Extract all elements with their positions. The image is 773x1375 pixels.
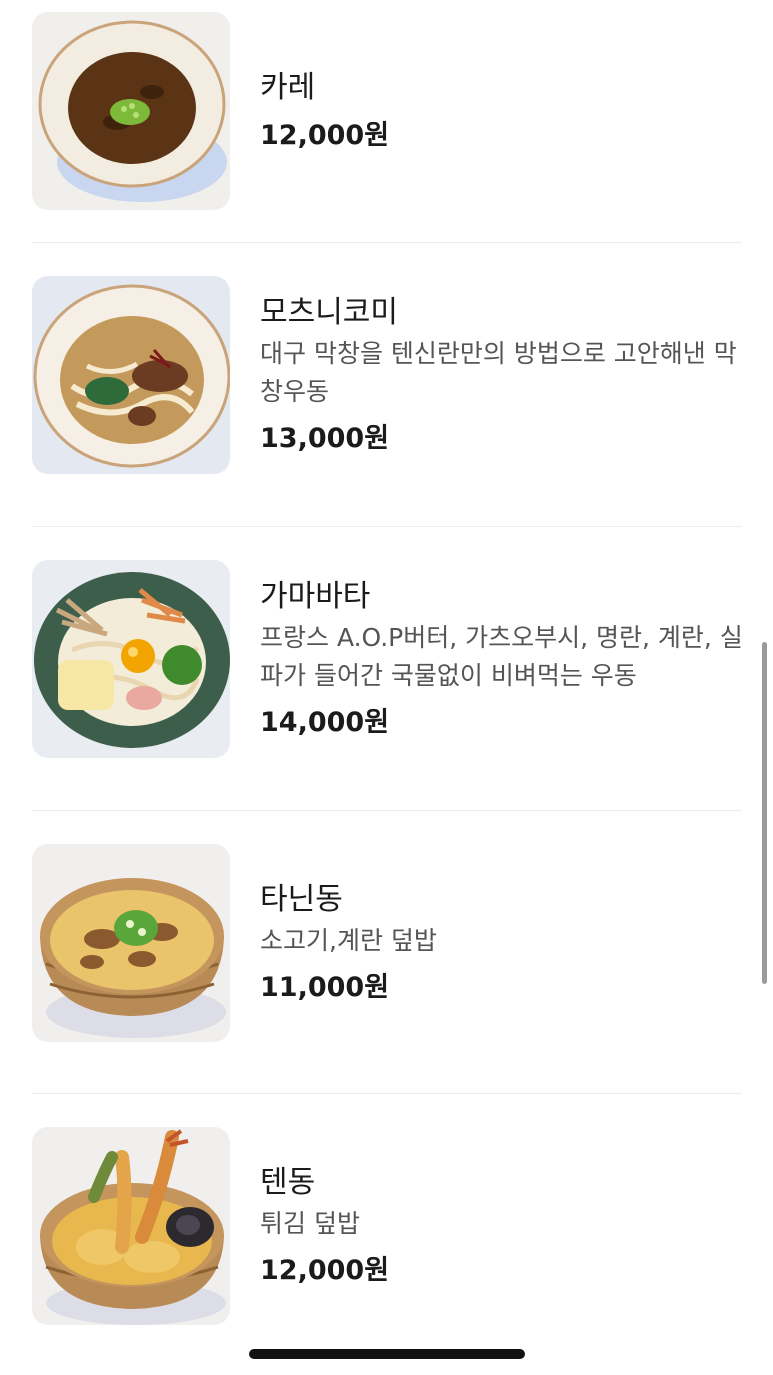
- divider: [32, 1093, 742, 1094]
- curry-udon-photo: [32, 12, 230, 210]
- menu-item-price: 12,000원: [260, 120, 390, 151]
- menu-item-description: 튀김 덮밥: [260, 1209, 360, 1238]
- menu-item-info: 텐동 튀김 덮밥 12,000원: [260, 1127, 746, 1327]
- menu-item-info: 타닌동 소고기,계란 덮밥 11,000원: [260, 844, 746, 1044]
- menu-item-name: 텐동: [260, 1165, 316, 1200]
- menu-item-name: 모츠니코미: [260, 295, 398, 330]
- menu-item-price: 14,000원: [260, 707, 390, 738]
- menu-item-price: 13,000원: [260, 423, 390, 454]
- menu-item-info: 가마바타 프랑스 A.O.P버터, 가츠오부시, 명란, 계란, 실파가 들어간…: [260, 560, 746, 760]
- divider: [32, 810, 742, 811]
- menu-item-name: 카레: [260, 70, 316, 105]
- menu-item-price: 11,000원: [260, 972, 390, 1003]
- divider: [32, 242, 742, 243]
- menu-item-info: 카레 12,000원: [260, 12, 746, 212]
- menu-item-curry[interactable]: 카레 12,000원: [32, 12, 742, 212]
- menu-item-description: 소고기,계란 덮밥: [260, 926, 437, 955]
- menu-item-price: 12,000원: [260, 1255, 390, 1286]
- scrollbar[interactable]: [762, 642, 767, 984]
- kamabata-udon-photo: [32, 560, 230, 758]
- menu-item-info: 모츠니코미 대구 막창을 텐신란만의 방법으로 고안해낸 막창우동 13,000…: [260, 276, 746, 476]
- menu-item-kamabata[interactable]: 가마바타 프랑스 A.O.P버터, 가츠오부시, 명란, 계란, 실파가 들어간…: [32, 560, 743, 760]
- divider: [32, 526, 742, 527]
- tendon-photo: [32, 1127, 230, 1325]
- tanindon-photo: [32, 844, 230, 1042]
- menu-item-description: 프랑스 A.O.P버터, 가츠오부시, 명란, 계란, 실파가 들어간 국물없이…: [260, 623, 743, 690]
- menu-item-description: 대구 막창을 텐신란만의 방법으로 고안해낸 막창우동: [260, 339, 737, 406]
- menu-item-name: 타닌동: [260, 882, 343, 917]
- menu-item-tendon[interactable]: 텐동 튀김 덮밥 12,000원: [32, 1127, 742, 1327]
- menu-item-name: 가마바타: [260, 579, 371, 614]
- menu-item-tanindon[interactable]: 타닌동 소고기,계란 덮밥 11,000원: [32, 844, 742, 1044]
- menu-item-motsunikomi[interactable]: 모츠니코미 대구 막창을 텐신란만의 방법으로 고안해낸 막창우동 13,000…: [32, 276, 742, 476]
- motsunikomi-udon-photo: [32, 276, 230, 474]
- home-indicator[interactable]: [249, 1349, 525, 1359]
